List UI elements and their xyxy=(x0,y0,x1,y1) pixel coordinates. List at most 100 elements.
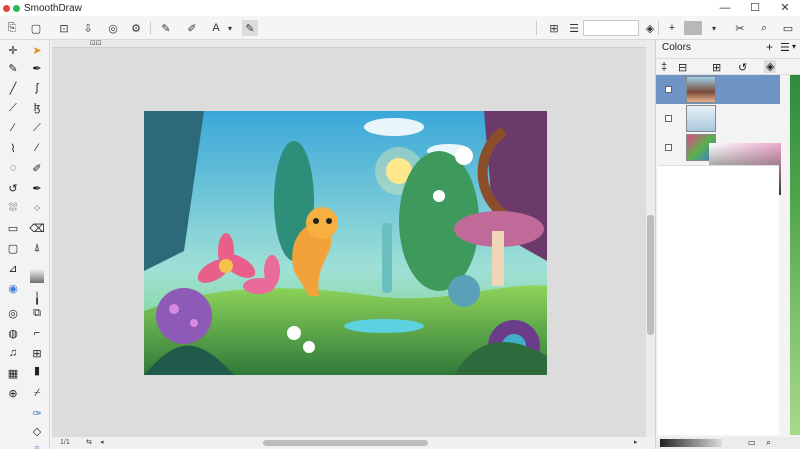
layer-visibility-checkbox[interactable] xyxy=(665,115,672,122)
app-title: SmoothDraw xyxy=(24,2,82,14)
chevron-down-icon[interactable]: ▾ xyxy=(792,42,796,51)
ruler-marker-icon[interactable]: ⊡⊡ xyxy=(90,39,102,47)
needle-icon[interactable]: ╽ xyxy=(29,290,45,306)
zoom-tool-icon[interactable]: ⌕ xyxy=(29,440,45,449)
spiral-icon[interactable]: ◍ xyxy=(5,325,21,341)
add-layer-icon[interactable]: + xyxy=(766,40,773,54)
app-window: SmoothDraw — ☐ ✕ ⎘ ▢ ⊡ ⇩ ◎ ⚙ ✎ ✐ A ▾ ✎ ⊞… xyxy=(0,0,800,449)
pen-tool-icon[interactable]: ✐ xyxy=(184,20,200,36)
zoom-dot-icon[interactable] xyxy=(13,4,20,12)
layer-thumbnail xyxy=(686,76,716,103)
line-tool-icon[interactable]: ⟋ xyxy=(5,100,21,116)
menu-icon[interactable]: ☰ xyxy=(780,41,790,54)
layer-toolbar: ‡ ⊟ ⊞ ↺ ◈ xyxy=(656,58,800,75)
open-file-icon[interactable]: ▢ xyxy=(28,20,44,36)
close-button[interactable]: ✕ xyxy=(770,0,800,16)
horizontal-scroll-thumb[interactable] xyxy=(263,440,428,446)
zoom-input[interactable] xyxy=(583,20,639,36)
toolbar-divider xyxy=(658,21,659,35)
smudge-stick-icon[interactable]: ▮ xyxy=(29,355,45,385)
vertical-scroll-thumb[interactable] xyxy=(647,215,654,335)
layer-row[interactable] xyxy=(656,104,780,133)
select-arrow-icon[interactable]: ➤ xyxy=(29,42,45,58)
brush-settings-icon[interactable]: ✎ xyxy=(158,20,174,36)
hook-icon[interactable]: ʃ xyxy=(29,80,45,96)
hue-slider[interactable] xyxy=(790,75,800,435)
layer-merge-icon[interactable]: ⊞ xyxy=(712,61,721,74)
add-icon[interactable]: + xyxy=(664,20,680,36)
pattern-icon[interactable]: ⊕ xyxy=(5,385,21,401)
search-icon[interactable]: ⌕ xyxy=(756,20,772,36)
blue-dropper-icon[interactable]: ✑ xyxy=(29,405,45,421)
paint-bucket-icon[interactable]: ⛆ xyxy=(5,200,21,216)
lasso-select-icon[interactable]: ◇ xyxy=(29,423,45,439)
save-icon[interactable]: ⊡ xyxy=(56,20,72,36)
eraser-icon[interactable]: ⌫ xyxy=(29,220,45,236)
color-picker-icon[interactable]: ◎ xyxy=(105,20,121,36)
scroll-left-icon[interactable]: ◂ xyxy=(100,438,104,446)
frame-icon[interactable]: ▢ xyxy=(5,240,21,256)
effects-icon[interactable]: ⚙ xyxy=(128,20,144,36)
fountain-pen-icon[interactable]: ⍋ xyxy=(29,240,45,256)
main-toolbar: ⎘ ▢ ⊡ ⇩ ◎ ⚙ ✎ ✐ A ▾ ✎ ⊞ ☰ ◈ + ▾ ✂ ⌕ ▭ xyxy=(0,16,800,40)
ink-pen-icon[interactable]: ✒ xyxy=(29,60,45,76)
spray-icon[interactable]: ⁘ xyxy=(29,200,45,216)
panel-header: Colors + ☰ ▾ xyxy=(656,40,800,56)
smudge-icon[interactable]: ◌ xyxy=(5,160,21,176)
color-wheel-icon[interactable]: ◉ xyxy=(5,280,21,296)
brush-icon[interactable]: ╱ xyxy=(5,80,21,96)
layers-icon[interactable]: ▦ xyxy=(5,365,21,381)
title-bar: SmoothDraw — ☐ ✕ xyxy=(0,0,800,16)
brightness-gradient[interactable] xyxy=(660,439,722,447)
chevron-down-icon[interactable]: ▾ xyxy=(706,20,722,36)
layer-copy-icon[interactable]: ⧉ xyxy=(29,305,45,321)
brush-size-box[interactable] xyxy=(684,21,702,35)
crop-frame-icon[interactable]: ⌐ xyxy=(29,325,45,341)
eyedropper-icon[interactable]: ⌿ xyxy=(29,385,45,401)
active-pen-icon[interactable]: ✎ xyxy=(242,20,258,36)
layer-lock-icon[interactable]: ◈ xyxy=(764,60,777,73)
layers-toggle-icon[interactable]: ☰ xyxy=(566,20,582,36)
vertical-scrollbar[interactable] xyxy=(646,40,655,437)
music-note-icon[interactable]: ♫ xyxy=(5,345,21,361)
new-file-icon[interactable]: ⎘ xyxy=(4,20,20,36)
layer-add-icon[interactable]: ‡ xyxy=(661,61,667,73)
quill-icon[interactable]: ✒ xyxy=(29,180,45,196)
lasso-icon[interactable]: ↺ xyxy=(5,180,21,196)
tool-palette: ✛ ➤ ✎ ✒ ╱ ʃ ⟋ ɮ ∕ ⟋ ⌇ ⁄ ◌ ✐ ↺ ✒ ⛆ ⁘ ▭ ⌫ … xyxy=(0,40,50,449)
status-bar: 1/1 ⇆ ◂ ▸ xyxy=(52,437,655,449)
zoom-shield-icon[interactable]: ◈ xyxy=(642,20,658,36)
toolbar-divider xyxy=(150,21,151,35)
layers-panel: Colors + ☰ ▾ ‡ ⊟ ⊞ ↺ ◈ ▭ ⌕ xyxy=(655,40,800,449)
stamp-icon[interactable]: ⊿ xyxy=(5,260,21,276)
chalk-icon[interactable]: ⁄ xyxy=(29,140,45,156)
folder-icon[interactable]: ▭ xyxy=(748,438,756,447)
layer-visibility-checkbox[interactable] xyxy=(665,86,672,93)
airbrush-icon[interactable]: ∕ xyxy=(5,120,21,136)
layer-visibility-checkbox[interactable] xyxy=(665,144,672,151)
crop-icon[interactable]: ✂ xyxy=(732,20,748,36)
image-adjust-icon[interactable]: ⊞ xyxy=(546,20,562,36)
minimize-button[interactable]: — xyxy=(710,0,740,16)
move-tool-icon[interactable]: ✛ xyxy=(5,42,21,58)
chevron-down-icon[interactable]: ▾ xyxy=(222,20,238,36)
grass-brush-icon[interactable]: ⌇ xyxy=(5,140,21,156)
rectangle-select-icon[interactable]: ▭ xyxy=(5,220,21,236)
search-icon[interactable]: ⌕ xyxy=(766,437,771,448)
maximize-button[interactable]: ☐ xyxy=(740,0,770,16)
export-icon[interactable]: ⇩ xyxy=(80,20,96,36)
scroll-right-icon[interactable]: ▸ xyxy=(634,438,638,446)
target-icon[interactable]: ◎ xyxy=(5,305,21,321)
canvas-artwork[interactable] xyxy=(144,111,547,375)
layer-blend-icon[interactable]: ↺ xyxy=(738,61,747,74)
gradient-swatch[interactable] xyxy=(30,269,44,283)
marker-icon[interactable]: ⟋ xyxy=(29,120,45,136)
water-brush-icon[interactable]: ɮ xyxy=(29,100,45,116)
layer-delete-icon[interactable]: ⊟ xyxy=(678,61,687,74)
layer-row[interactable] xyxy=(656,75,780,104)
page-nav-icon[interactable]: ⇆ xyxy=(86,438,92,446)
pencil-icon[interactable]: ✎ xyxy=(5,60,21,76)
close-dot-icon[interactable] xyxy=(3,4,10,12)
chat-icon[interactable]: ▭ xyxy=(780,20,796,36)
crayon-icon[interactable]: ✐ xyxy=(29,160,45,176)
